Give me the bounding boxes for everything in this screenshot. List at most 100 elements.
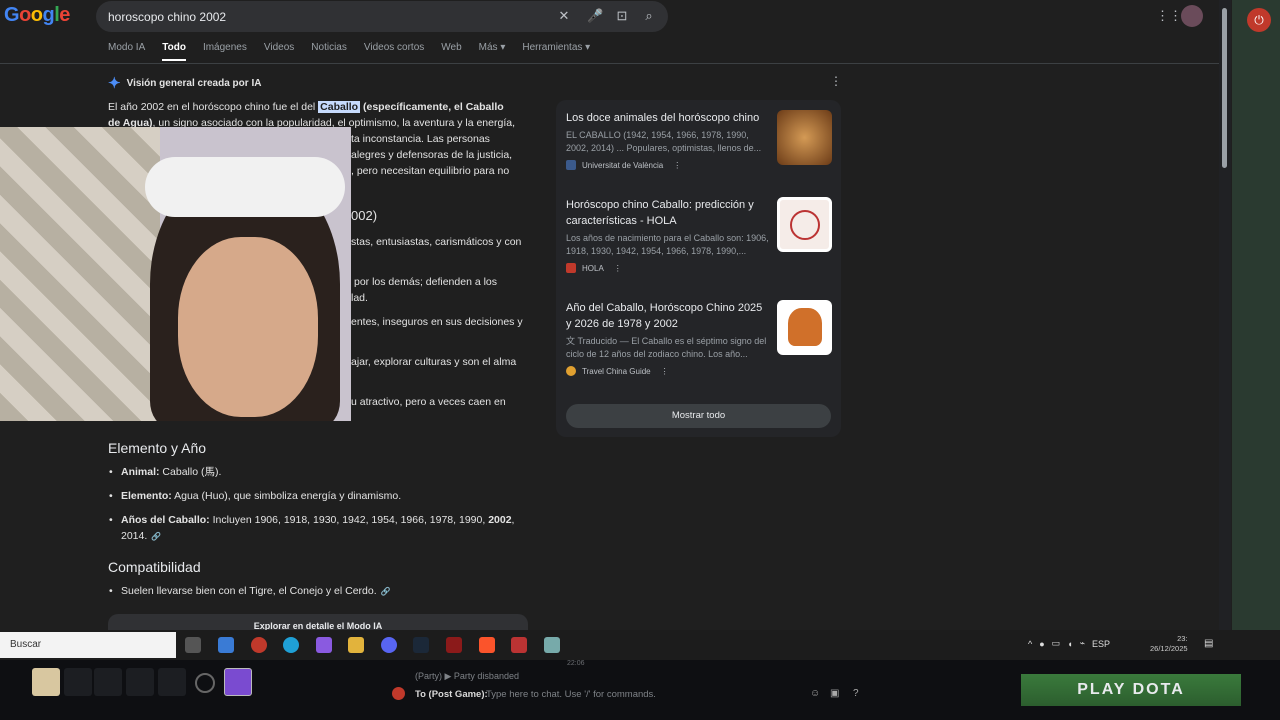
show-all-button[interactable]: Mostrar todo	[566, 404, 831, 428]
source-item[interactable]: Los doce animales del horóscopo chino EL…	[566, 110, 832, 170]
taskbar-search[interactable]: Buscar	[0, 632, 176, 658]
party-slot[interactable]	[126, 668, 154, 696]
chat-channel-label: To (Post Game):	[415, 689, 488, 700]
steam-icon[interactable]	[413, 637, 429, 653]
source-site: HOLA ⋮	[566, 263, 832, 273]
source-title[interactable]: Año del Caballo, Horóscopo Chino 2025 y …	[566, 300, 768, 332]
tab-imagenes[interactable]: Imágenes	[203, 42, 247, 61]
text-fragment: ta inconstancia. Las personas	[351, 133, 490, 145]
text-fragment: por los demás; defienden a los	[354, 276, 498, 288]
emoji-icon[interactable]: ☺	[810, 688, 820, 699]
section-heading-compatibilidad: Compatibilidad	[108, 559, 201, 575]
more-options-icon[interactable]: ⋮	[830, 74, 842, 88]
app-icon[interactable]	[544, 637, 560, 653]
player-avatar[interactable]	[32, 668, 60, 696]
thumbnail-image[interactable]	[777, 300, 832, 355]
thumbnail-image[interactable]	[777, 110, 832, 165]
text-fragment: stas, entusiastas, carismáticos y con	[351, 236, 522, 248]
play-dota-button[interactable]: PLAY DOTA	[1021, 674, 1241, 706]
link-icon[interactable]: 🔗	[381, 587, 391, 596]
section-heading-elemento: Elemento y Año	[108, 440, 207, 456]
clear-icon[interactable]: ✕	[556, 8, 572, 24]
text-fragment: ajar, explorar culturas y son el alma	[351, 356, 517, 368]
app-icon[interactable]	[511, 637, 527, 653]
dota-icon[interactable]	[446, 637, 462, 653]
source-title[interactable]: Los doce animales del horóscopo chino	[566, 110, 768, 126]
source-title[interactable]: Horóscopo chino Caballo: predicción y ca…	[566, 197, 768, 229]
source-item[interactable]: Horóscopo chino Caballo: predicción y ca…	[566, 197, 832, 273]
edge-icon[interactable]	[283, 637, 299, 653]
avatar[interactable]	[1181, 5, 1203, 27]
tab-mas[interactable]: Más ▾	[479, 42, 506, 61]
copilot-icon[interactable]	[316, 637, 332, 653]
text-fragment: u atractivo, pero a veces caen en	[351, 396, 506, 408]
help-icon[interactable]: ?	[853, 688, 859, 699]
clock[interactable]: 23: 26/12/2025	[1150, 634, 1188, 654]
webcam-overlay	[0, 127, 351, 421]
thumbnail-image[interactable]	[777, 197, 832, 252]
task-view-icon[interactable]	[185, 637, 201, 653]
text-fragment: entes, inseguros en sus decisiones y	[351, 316, 523, 328]
source-item[interactable]: Año del Caballo, Horóscopo Chino 2025 y …	[566, 300, 832, 376]
taskbar-search-label: Buscar	[10, 639, 42, 650]
tab-modo-ia[interactable]: Modo IA	[108, 42, 145, 61]
store-icon[interactable]	[218, 637, 234, 653]
more-options-icon[interactable]: ⋮	[614, 264, 622, 273]
more-options-icon[interactable]: ⋮	[673, 161, 681, 170]
search-icon[interactable]: ⌕	[641, 8, 657, 24]
chevron-up-icon[interactable]: ^	[1028, 639, 1032, 649]
chat-timestamp: 22:06	[567, 660, 585, 667]
more-options-icon[interactable]: ⋮	[661, 367, 669, 376]
network-icon[interactable]: ⌁	[1080, 638, 1085, 649]
language-indicator[interactable]: ESP	[1092, 639, 1110, 649]
element-list: Animal: Caballo (馬). Elemento: Agua (Huo…	[108, 464, 528, 553]
side-panel	[1232, 0, 1280, 630]
search-tabs: Modo IA Todo Imágenes Videos Noticias Vi…	[108, 42, 607, 61]
party-slot[interactable]	[64, 668, 92, 696]
tab-noticias[interactable]: Noticias	[311, 42, 347, 61]
scrollbar[interactable]	[1219, 0, 1231, 630]
search-box[interactable]: horoscopo chino 2002 ✕ 🎤 ⊡ ⌕	[96, 1, 668, 32]
list-item: Suelen llevarse bien con el Tigre, el Co…	[108, 583, 528, 600]
chat-channel-icon[interactable]	[392, 687, 405, 700]
lens-icon[interactable]: ⊡	[614, 8, 630, 24]
speaker-icon[interactable]: ◖	[1067, 639, 1072, 649]
tab-web[interactable]: Web	[441, 42, 461, 61]
google-logo[interactable]: Google	[4, 4, 70, 27]
source-site: Travel China Guide ⋮	[566, 366, 832, 376]
power-icon[interactable]: ⏻	[1247, 8, 1271, 32]
notification-icon[interactable]: ▤	[1204, 638, 1213, 649]
brave-icon[interactable]	[479, 637, 495, 653]
text-fragment: alegres y defensoras de la justicia,	[351, 149, 513, 161]
source-desc: Los años de nacimiento para el Caballo s…	[566, 233, 769, 256]
folder-icon[interactable]	[348, 637, 364, 653]
discord-icon[interactable]	[381, 637, 397, 653]
list-item: Animal: Caballo (馬).	[108, 464, 528, 480]
headset-icon[interactable]	[195, 673, 215, 693]
mic-icon[interactable]: ●	[1039, 639, 1044, 649]
tab-todo[interactable]: Todo	[162, 42, 186, 61]
tab-videos-cortos[interactable]: Videos cortos	[364, 42, 424, 61]
search-query[interactable]: horoscopo chino 2002	[108, 10, 226, 24]
source-desc: EL CABALLO (1942, 1954, 1966, 1978, 1990…	[566, 130, 762, 153]
link-icon[interactable]: 🔗	[151, 532, 161, 541]
scrollbar-thumb[interactable]	[1222, 8, 1227, 168]
ai-overview-heading: ✦ Visión general creada por IA	[108, 75, 262, 92]
source-desc: 文 Traducido — El Caballo es el séptimo s…	[566, 336, 767, 359]
hero-avatar[interactable]	[224, 668, 252, 696]
translate-icon[interactable]: ▣	[830, 688, 839, 699]
chat-input[interactable]: Type here to chat. Use '/' for commands.	[486, 689, 656, 700]
party-slot[interactable]	[158, 668, 186, 696]
favicon-icon	[566, 366, 576, 376]
display-icon[interactable]: ▭	[1052, 638, 1061, 649]
tab-herramientas[interactable]: Herramientas ▾	[522, 42, 590, 61]
highlight-caballo[interactable]: Caballo	[318, 101, 361, 113]
text-fragment: 002)	[351, 208, 378, 223]
tab-videos[interactable]: Videos	[264, 42, 294, 61]
mic-icon[interactable]: 🎤	[587, 8, 603, 24]
app-icon[interactable]	[251, 637, 267, 653]
text-fragment: , pero necesitan equilibrio para no	[351, 165, 510, 177]
list-item: Elemento: Agua (Huo), que simboliza ener…	[108, 488, 528, 504]
compat-list: Suelen llevarse bien con el Tigre, el Co…	[108, 583, 528, 608]
party-slot[interactable]	[94, 668, 122, 696]
